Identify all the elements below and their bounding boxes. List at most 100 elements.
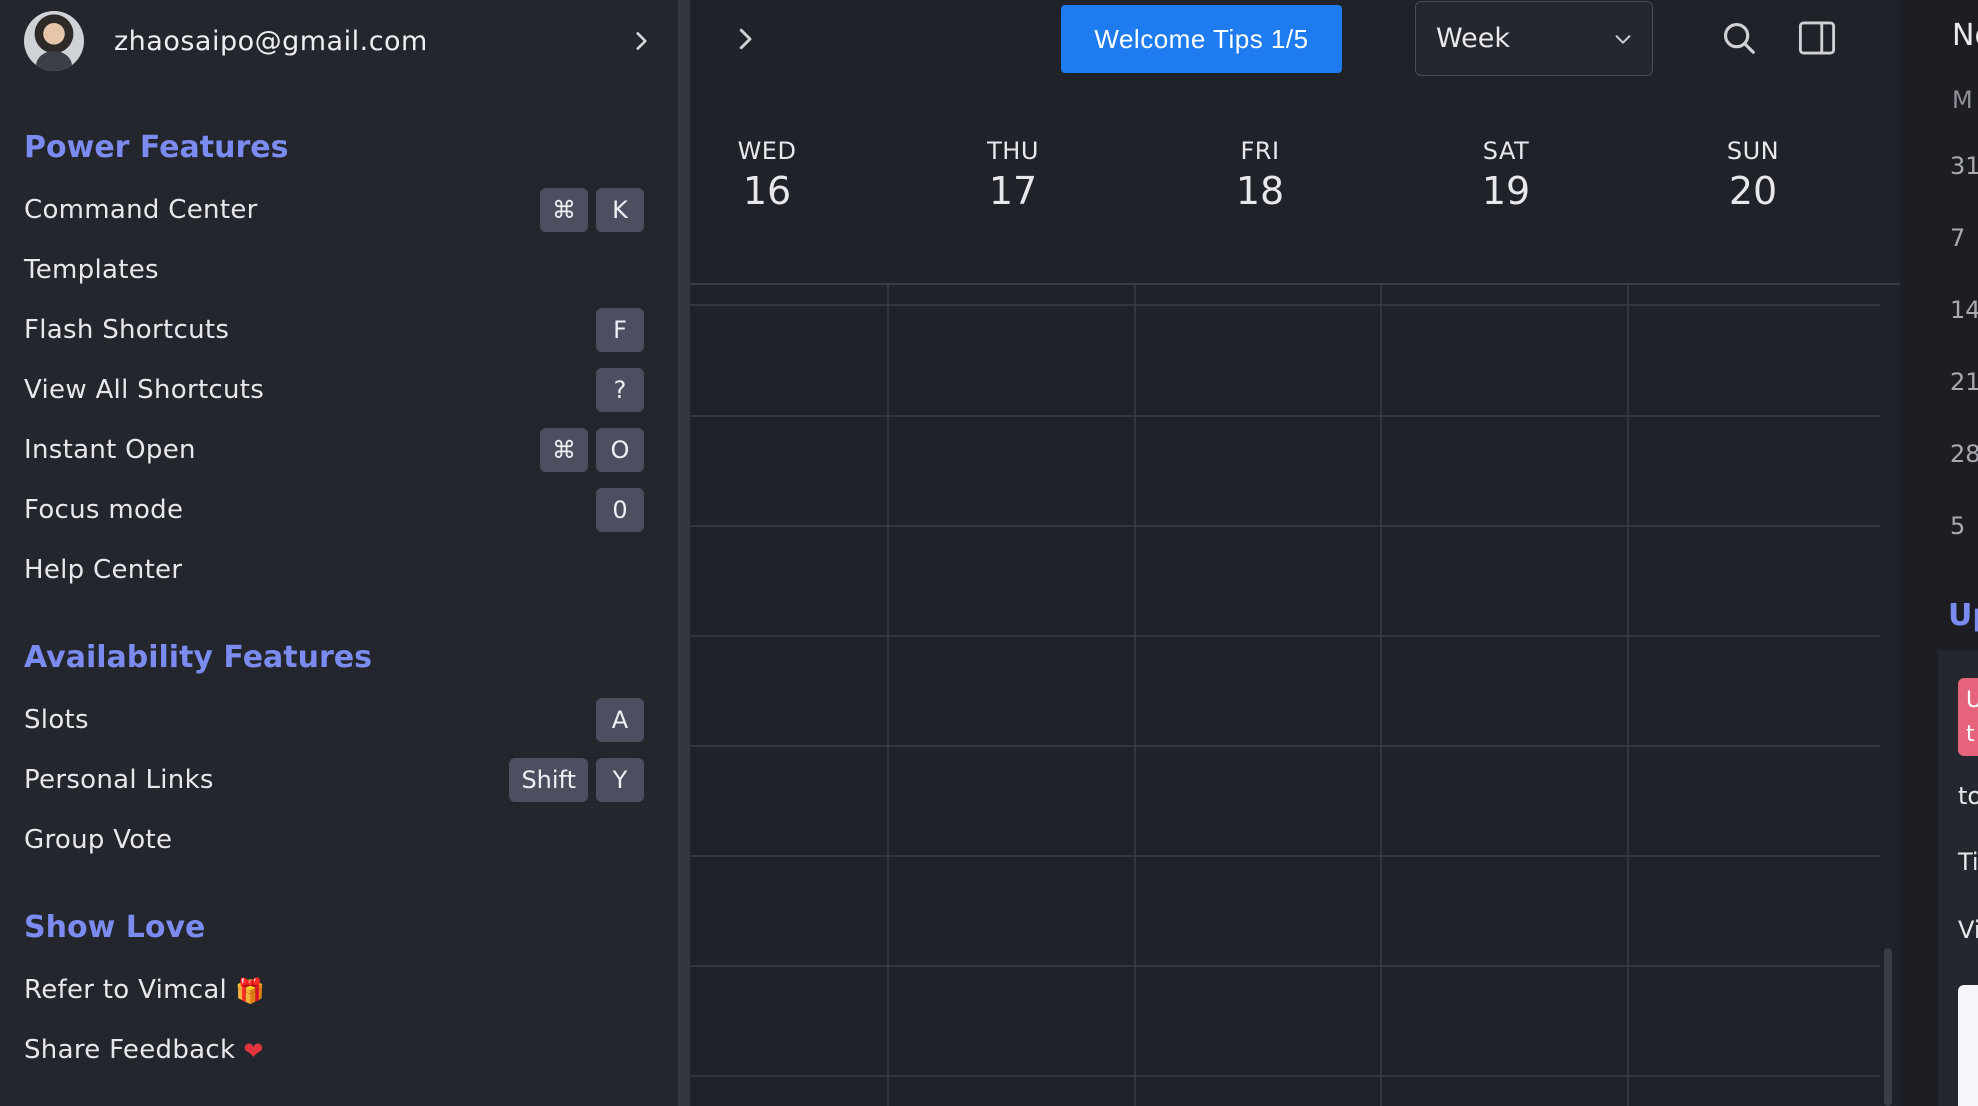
menu-item-command-center[interactable]: Command Center ⌘ K <box>0 182 660 238</box>
mini-calendar-day[interactable]: 14 <box>1950 296 1978 324</box>
section-title-show-love: Show Love <box>24 910 206 945</box>
menu-item-label: Refer to Vimcal 🎁 <box>24 975 265 1005</box>
menu-item-label: View All Shortcuts <box>24 375 264 405</box>
menu-item-help-center[interactable]: Help Center <box>0 542 660 598</box>
shortcut-keys: ⌘ O <box>540 428 644 472</box>
menu-item-text: View All Shortcuts <box>24 375 265 405</box>
search-icon[interactable] <box>1720 19 1758 57</box>
mini-calendar-day[interactable]: 21 <box>1950 368 1978 396</box>
view-select[interactable]: Week <box>1415 1 1653 76</box>
account-switcher[interactable]: zhaosaipo@gmail.com <box>24 10 654 72</box>
shortcut-key: 0 <box>596 488 644 532</box>
day-header-thu[interactable]: THU 17 <box>953 137 1073 213</box>
menu-item-text: Templates <box>24 255 159 285</box>
sidebar: zhaosaipo@gmail.com Power Features Comma… <box>0 0 680 1106</box>
toggle-side-panel-icon[interactable] <box>1798 20 1836 56</box>
chevron-right-icon[interactable] <box>730 24 760 54</box>
mini-calendar-day[interactable]: 31 <box>1950 152 1978 180</box>
menu-item-text: Focus mode <box>24 495 184 525</box>
menu-item-label: Share Feedback ❤ <box>24 1035 264 1065</box>
time-grid[interactable] <box>690 285 1880 1106</box>
shortcut-key: A <box>596 698 644 742</box>
welcome-tips-button[interactable]: Welcome Tips 1/5 <box>1061 5 1342 73</box>
chevron-down-icon <box>1615 35 1631 44</box>
menu-item-label: Help Center <box>24 555 182 585</box>
menu-item-text: Flash Shortcuts <box>24 315 230 345</box>
menu-item-view-all-shortcuts[interactable]: View All Shortcuts? <box>0 362 660 418</box>
day-header-fri[interactable]: FRI 18 <box>1200 137 1320 213</box>
upcoming-badge-line-1: U <box>1966 688 1978 713</box>
shortcut-key: Shift <box>509 758 588 802</box>
mini-calendar-day[interactable]: 5 <box>1950 512 1965 540</box>
menu-item-text: Group Vote <box>24 825 173 855</box>
shortcut-keys: A <box>596 698 644 742</box>
day-number: 17 <box>988 169 1038 213</box>
day-of-week: SAT <box>1482 137 1530 165</box>
upcoming-badge: U t <box>1958 678 1978 756</box>
day-number: 19 <box>1481 169 1531 213</box>
shortcut-keys: Shift Y <box>509 758 644 802</box>
mini-calendar-day[interactable]: 7 <box>1950 224 1965 252</box>
menu-item-group-vote[interactable]: Group Vote <box>0 812 660 868</box>
upcoming-text-3: Vi <box>1958 916 1978 944</box>
menu-item-flash-shortcuts[interactable]: Flash Shortcuts F <box>0 302 660 358</box>
menu-item-instant-open[interactable]: Instant Open ⌘ O <box>0 422 660 478</box>
menu-item-templates[interactable]: Templates <box>0 242 660 298</box>
mini-calendar-month: No <box>1952 18 1978 53</box>
upcoming-text-2: Ti <box>1958 848 1978 876</box>
menu-item-text: Personal Links <box>24 765 214 795</box>
upcoming-text-1: to <box>1958 782 1978 810</box>
section-title-power-features: Power Features <box>24 130 289 165</box>
account-email: zhaosaipo@gmail.com <box>114 25 428 57</box>
gift-icon: 🎁 <box>235 976 266 1005</box>
week-day-header: WED 16 THU 17 FRI 18 SAT 19 SUN 20 <box>690 82 1900 285</box>
shortcut-key: ⌘ <box>540 428 588 472</box>
shortcut-key: ⌘ <box>540 188 588 232</box>
shortcut-key: ? <box>596 368 644 412</box>
sidebar-divider[interactable] <box>678 0 690 1106</box>
day-of-week: SUN <box>1726 137 1780 165</box>
shortcut-keys: 0 <box>596 488 644 532</box>
menu-item-label: Slots <box>24 705 89 735</box>
menu-item-label: Group Vote <box>24 825 172 855</box>
avatar <box>24 11 84 71</box>
menu-item-text: Share Feedback <box>24 1035 236 1065</box>
menu-item-personal-links[interactable]: Personal Links Shift Y <box>0 752 660 808</box>
shortcut-keys: ⌘ K <box>540 188 644 232</box>
menu-item-slots[interactable]: Slots A <box>0 692 660 748</box>
section-title-availability-features: Availability Features <box>24 640 372 675</box>
time-grid-lines <box>690 285 1880 1106</box>
day-header-wed[interactable]: WED 16 <box>707 137 827 213</box>
day-number: 16 <box>742 169 792 213</box>
menu-item-share-feedback[interactable]: Share Feedback ❤ <box>0 1022 660 1078</box>
shortcut-key: K <box>596 188 644 232</box>
shortcut-keys: ? <box>596 368 644 412</box>
menu-item-label: Personal Links <box>24 765 214 795</box>
mini-calendar-weekday: M <box>1952 86 1973 114</box>
view-select-value: Week <box>1436 23 1510 54</box>
menu-item-text: Instant Open <box>24 435 196 465</box>
day-header-sun[interactable]: SUN 20 <box>1693 137 1813 213</box>
upcoming-title: Up <box>1948 598 1978 633</box>
calendar-main: Welcome Tips 1/5 Week WED 16 THU 17 FRI 18 SAT… <box>690 0 1900 1106</box>
scrollbar[interactable] <box>1884 948 1892 1106</box>
menu-item-focus-mode[interactable]: Focus mode 0 <box>0 482 660 538</box>
shortcut-keys: F <box>596 308 644 352</box>
menu-item-label: Instant Open <box>24 435 196 465</box>
menu-item-text: Help Center <box>24 555 183 585</box>
right-panel: No M 31 7 14 21 28 5 Up U t to Ti Vi <box>1900 0 1978 1106</box>
menu-item-refer-to-vimcal[interactable]: Refer to Vimcal 🎁 <box>0 962 660 1018</box>
shortcut-key: F <box>596 308 644 352</box>
shortcut-key: O <box>596 428 644 472</box>
menu-item-label: Flash Shortcuts <box>24 315 229 345</box>
upcoming-input-box[interactable] <box>1958 985 1978 1106</box>
day-of-week: THU <box>987 137 1039 165</box>
day-number: 20 <box>1728 169 1778 213</box>
mini-calendar-day[interactable]: 28 <box>1950 440 1978 468</box>
shortcut-key: Y <box>596 758 644 802</box>
day-of-week: WED <box>737 137 797 165</box>
menu-item-text: Slots <box>24 705 89 735</box>
chevron-right-icon[interactable] <box>628 28 654 54</box>
heart-icon: ❤ <box>243 1036 264 1065</box>
day-header-sat[interactable]: SAT 19 <box>1446 137 1566 213</box>
